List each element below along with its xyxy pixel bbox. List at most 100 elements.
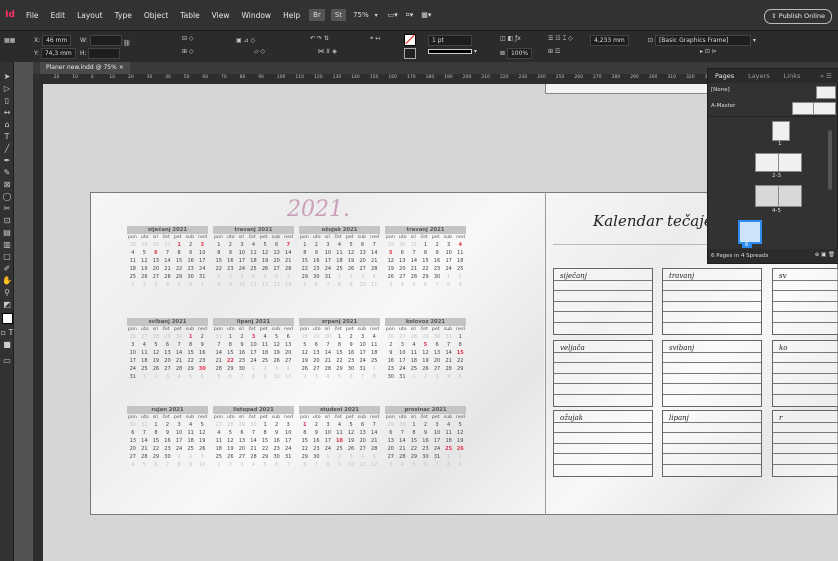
menu-window[interactable]: Window	[235, 11, 277, 20]
arrange-documents-icon[interactable]: ▦▾	[421, 11, 431, 19]
opacity-icon[interactable]: ⊠	[500, 50, 505, 57]
distribute-icons[interactable]: ⊞ ☲	[548, 48, 560, 55]
page-5-thumb[interactable]	[778, 185, 802, 207]
tab-pages[interactable]: Pages	[708, 72, 741, 80]
day-cell: 11	[285, 374, 292, 380]
text-wrap-icons[interactable]: ◫ ◧ ƒx	[500, 35, 521, 42]
reference-point-icon[interactable]: ▦▦	[4, 37, 15, 44]
page-6-label: 6	[742, 242, 752, 248]
note-tool-icon[interactable]: ▢	[0, 250, 14, 262]
vertical-ruler[interactable]	[33, 74, 43, 561]
line-tool-icon[interactable]: ╱	[0, 142, 14, 154]
stroke-weight-field[interactable]: 1 pt	[428, 35, 472, 46]
a-master[interactable]: A-Master	[711, 103, 735, 109]
screen-mode-tool-icon[interactable]: ▭	[0, 354, 14, 366]
gap-tool-icon[interactable]: ↔	[0, 106, 14, 118]
scale-y-icon[interactable]: ⊞ ◇	[182, 48, 194, 55]
month-notes-box[interactable]: lipanj	[662, 410, 762, 477]
menu-file[interactable]: File	[20, 11, 45, 20]
h-label: H:	[80, 50, 87, 57]
document-tab[interactable]: Planer new.indd @ 75% ×	[40, 62, 130, 74]
ellipse-tool-icon[interactable]: ◯	[0, 190, 14, 202]
page-6-thumb[interactable]	[738, 220, 762, 244]
month-notes-box[interactable]: ožujak	[553, 410, 653, 477]
direct-selection-tool-icon[interactable]: ▷	[0, 82, 14, 94]
x-field[interactable]: 46 mm	[42, 35, 72, 46]
zoom-tool-icon[interactable]: ⚲	[0, 286, 14, 298]
menu-help[interactable]: Help	[277, 11, 306, 20]
zoom-level[interactable]: 75%	[353, 11, 369, 19]
rotate-90-icon[interactable]: ↶ ↷ ⇅	[310, 35, 329, 42]
shear-icon[interactable]: ▱ ◇	[254, 48, 265, 55]
view-options-icon[interactable]: ▭▾	[388, 11, 398, 19]
menu-type[interactable]: Type	[109, 11, 138, 20]
a-master-thumb-right[interactable]	[813, 102, 836, 115]
menu-edit[interactable]: Edit	[45, 11, 72, 20]
opacity-field[interactable]: 100%	[506, 48, 533, 59]
tab-links[interactable]: Links	[777, 72, 808, 80]
h-field[interactable]	[88, 48, 121, 59]
type-tool-icon[interactable]: T	[0, 130, 14, 142]
hand-tool-icon[interactable]: ✋	[0, 274, 14, 286]
month-notes-box[interactable]: r	[772, 410, 838, 477]
page-actions-icons[interactable]: ⊕ ▣ 🗑	[815, 252, 835, 258]
none-master-thumb[interactable]	[816, 86, 836, 99]
stock-button[interactable]: St	[330, 9, 347, 21]
fill-stroke-icon[interactable]	[0, 310, 14, 326]
stroke-type-select[interactable]: ▾	[428, 48, 477, 55]
rectangle-frame-tool-icon[interactable]: ⊠	[0, 178, 14, 190]
y-field[interactable]: 74,3 mm	[40, 48, 76, 59]
object-style-select[interactable]: [Basic Graphics Frame]	[654, 35, 751, 46]
day-cell: 24	[238, 266, 246, 272]
content-collector-icon[interactable]: ⌂	[0, 118, 14, 130]
w-field[interactable]	[89, 35, 122, 46]
apply-color-icon[interactable]: ■	[0, 338, 14, 350]
page-2-thumb[interactable]	[755, 153, 779, 172]
pen-tool-icon[interactable]: ✒	[0, 154, 14, 166]
menu-table[interactable]: Table	[174, 11, 205, 20]
format-container-icon[interactable]: ▫ T	[0, 326, 14, 338]
zoom-dropdown-icon[interactable]: ▾	[375, 12, 378, 19]
month-notes-box[interactable]: sv	[772, 268, 838, 335]
constrain-proportions-icon[interactable]: ⛓	[123, 40, 131, 47]
month-notes-box[interactable]: veljača	[553, 340, 653, 407]
align-icons[interactable]: ☰ ☷ ⌶ ◇	[548, 35, 573, 43]
pages-panel-scrollbar[interactable]	[828, 130, 832, 190]
free-transform-tool-icon[interactable]: ⊡	[0, 214, 14, 226]
selection-tool-icon[interactable]: ➤	[0, 70, 14, 82]
flip-icon[interactable]: ⋈ ⊻ ◈	[318, 48, 337, 55]
page-3-thumb[interactable]	[778, 153, 802, 172]
frame-fitting-icon[interactable]: ⊡	[648, 37, 653, 44]
fill-swatch[interactable]	[404, 34, 416, 48]
page-1-thumb[interactable]	[772, 121, 790, 141]
bridge-button[interactable]: Br	[309, 9, 325, 21]
select-container-icon[interactable]: ⌖ ↤	[370, 35, 380, 43]
page-4-thumb[interactable]	[755, 185, 779, 207]
panel-tabs: Pages Layers Links » ☰	[708, 69, 838, 83]
publish-online-button[interactable]: ⇪ Publish Online	[764, 9, 832, 24]
gradient-feather-icon[interactable]: ▥	[0, 238, 14, 250]
stroke-swatch[interactable]	[404, 48, 416, 61]
gradient-tool-icon[interactable]: ▤	[0, 226, 14, 238]
menu-object[interactable]: Object	[138, 11, 174, 20]
eyedropper-tool-icon[interactable]: ✐	[0, 262, 14, 274]
month-notes-box[interactable]: siječanj	[553, 268, 653, 335]
panel-menu-icon[interactable]: » ☰	[813, 72, 838, 80]
month-notes-box[interactable]: svibanj	[662, 340, 762, 407]
page-tool-icon[interactable]: ▯	[0, 94, 14, 106]
rotate-icon[interactable]: ▣ ⊿ ◇	[236, 37, 255, 44]
scale-x-icon[interactable]: ⊟ ◇	[182, 35, 194, 42]
none-master[interactable]: [None]	[711, 87, 730, 93]
screen-mode-icon[interactable]: ⌗▾	[406, 11, 413, 20]
scissors-tool-icon[interactable]: ✂	[0, 202, 14, 214]
a-master-thumb-left[interactable]	[792, 102, 814, 115]
menu-view[interactable]: View	[206, 11, 236, 20]
default-colors-icon[interactable]: ◩	[0, 298, 14, 310]
month-notes-box[interactable]: ko	[772, 340, 838, 407]
month-notes-box[interactable]: travanj	[662, 268, 762, 335]
tab-layers[interactable]: Layers	[741, 72, 777, 80]
frame-size-field[interactable]: 4,233 mm	[590, 35, 629, 46]
object-style-options[interactable]: ▸ ⊡ ⊳	[700, 48, 717, 55]
pencil-tool-icon[interactable]: ✎	[0, 166, 14, 178]
menu-layout[interactable]: Layout	[71, 11, 109, 20]
